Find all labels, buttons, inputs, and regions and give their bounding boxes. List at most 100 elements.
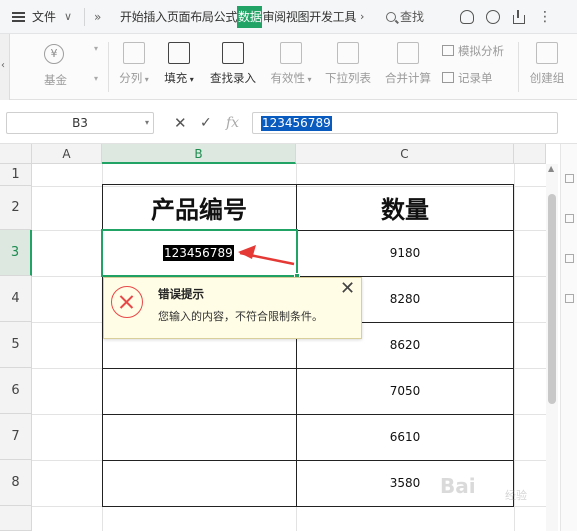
column-header-b[interactable]: B bbox=[102, 144, 296, 164]
formula-input[interactable]: 123456789 bbox=[252, 112, 558, 134]
panel-icon[interactable] bbox=[565, 294, 574, 303]
error-title: 错误提示 bbox=[158, 287, 204, 301]
search-label: 查找 bbox=[400, 10, 425, 24]
annotation-arrow bbox=[238, 245, 295, 266]
ribbon-tabs: 开始 插入 页面布局 公式 数据 审阅 视图 开发工具 bbox=[120, 0, 356, 34]
divider bbox=[108, 42, 109, 92]
name-box[interactable]: B3 ▾ bbox=[6, 112, 154, 134]
row-header-2[interactable]: 2 bbox=[0, 186, 32, 230]
error-icon bbox=[111, 286, 143, 318]
split-column-button[interactable]: 分列 ▾ bbox=[114, 34, 154, 100]
share-icon[interactable] bbox=[512, 10, 526, 24]
chevron-down-icon: ▾ bbox=[94, 44, 99, 53]
create-group-button[interactable]: 创建组 bbox=[524, 34, 570, 100]
tab-developer[interactable]: 开发工具 bbox=[309, 0, 356, 34]
tab-page-layout[interactable]: 页面布局 bbox=[167, 0, 214, 34]
row-header-9[interactable] bbox=[0, 506, 32, 531]
dropdown-list-label: 下拉列表 bbox=[325, 71, 371, 85]
tab-data[interactable]: 数据 bbox=[237, 6, 263, 28]
validity-button[interactable]: 有效性 ▾ bbox=[264, 34, 318, 100]
quantity-cell[interactable]: 3580 bbox=[296, 460, 514, 506]
row-header-1[interactable]: 1 bbox=[0, 164, 32, 186]
simulate-analysis-button[interactable]: 模拟分析 bbox=[442, 43, 504, 59]
record-label: 记录单 bbox=[458, 71, 493, 85]
row-header-6[interactable]: 6 bbox=[0, 368, 32, 414]
chevron-right-icon[interactable]: › bbox=[360, 0, 364, 34]
chevron-down-icon[interactable]: ▾ bbox=[145, 113, 149, 133]
menu-icon[interactable] bbox=[12, 0, 26, 34]
row-header-5[interactable]: 5 bbox=[0, 322, 32, 368]
confirm-icon[interactable]: ✓ bbox=[200, 112, 212, 134]
cancel-icon[interactable]: ✕ bbox=[174, 112, 187, 134]
menu-bar: 文件 ∨ » 开始 插入 页面布局 公式 数据 审阅 视图 开发工具 › 查找 … bbox=[0, 0, 577, 34]
tab-review[interactable]: 审阅 bbox=[262, 0, 286, 34]
row-header-3[interactable]: 3 bbox=[0, 230, 32, 276]
scrollbar-thumb[interactable] bbox=[548, 194, 556, 404]
row-header-7[interactable]: 7 bbox=[0, 414, 32, 460]
gridline bbox=[514, 164, 515, 531]
panel-icon[interactable] bbox=[565, 174, 574, 183]
fill-button[interactable]: 填充 ▾ bbox=[158, 34, 200, 100]
column-header-a[interactable]: A bbox=[32, 144, 102, 164]
header-product-code[interactable]: 产品编号 bbox=[102, 184, 296, 230]
active-cell-value: 123456789 bbox=[163, 245, 234, 261]
ribbon-scroll-left[interactable]: ‹ bbox=[0, 34, 10, 100]
scroll-up-icon[interactable]: ▲ bbox=[548, 164, 554, 173]
cell-reference: B3 bbox=[72, 116, 88, 130]
find-entry-icon bbox=[222, 42, 244, 64]
split-column-icon bbox=[123, 42, 145, 64]
vertical-scrollbar[interactable]: ▲ bbox=[546, 164, 558, 531]
validity-label: 有效性 bbox=[270, 71, 305, 85]
file-menu[interactable]: 文件 bbox=[32, 0, 56, 34]
tab-insert[interactable]: 插入 bbox=[143, 0, 167, 34]
fill-down-icon bbox=[168, 42, 190, 64]
close-icon[interactable]: ✕ bbox=[340, 280, 355, 298]
row-header-4[interactable]: 4 bbox=[0, 276, 32, 322]
split-label: 分列 bbox=[119, 71, 143, 85]
select-all-corner[interactable] bbox=[0, 144, 32, 164]
tab-formula[interactable]: 公式 bbox=[214, 0, 238, 34]
watermark-sub: 经验 bbox=[505, 489, 527, 502]
simulate-label: 模拟分析 bbox=[458, 44, 504, 58]
record-icon bbox=[442, 72, 454, 83]
merge-calc-button[interactable]: 合并计算 bbox=[380, 34, 436, 100]
currency-icon: ¥ bbox=[44, 44, 64, 64]
quantity-cell[interactable]: 6610 bbox=[296, 414, 514, 460]
error-tooltip: 错误提示 您输入的内容，不符合限制条件。 ✕ bbox=[103, 277, 362, 339]
find-entry-button[interactable]: 查找录入 bbox=[204, 34, 262, 100]
tab-view[interactable]: 视图 bbox=[286, 0, 310, 34]
currency-button[interactable]: ¥ ▾ 基金 ▾ bbox=[12, 40, 100, 96]
panel-icon[interactable] bbox=[565, 214, 574, 223]
column-header-next[interactable] bbox=[514, 144, 546, 164]
validity-icon bbox=[280, 42, 302, 64]
row-header-8[interactable]: 8 bbox=[0, 460, 32, 506]
currency-label: 基金 bbox=[44, 73, 67, 87]
cloud-sync-icon[interactable] bbox=[460, 10, 474, 24]
more-options-icon[interactable]: ⋮ bbox=[538, 10, 552, 24]
quantity-cell[interactable]: 9180 bbox=[296, 230, 514, 276]
search-button[interactable]: 查找 bbox=[386, 0, 424, 34]
header-quantity[interactable]: 数量 bbox=[296, 184, 514, 230]
chevron-down-icon: ▾ bbox=[94, 74, 99, 83]
chevron-left-icon: ‹ bbox=[1, 60, 5, 71]
ribbon-toolbar: ‹ ¥ ▾ 基金 ▾ 分列 ▾ 填充 ▾ 查找录入 有效性 ▾ 下拉列表 合并计… bbox=[0, 34, 577, 100]
user-icon[interactable] bbox=[486, 10, 500, 24]
merge-calc-label: 合并计算 bbox=[385, 71, 431, 85]
error-message: 您输入的内容，不符合限制条件。 bbox=[158, 310, 323, 323]
tab-start[interactable]: 开始 bbox=[120, 0, 144, 34]
dropdown-list-icon bbox=[337, 42, 359, 64]
panel-icon[interactable] bbox=[565, 254, 574, 263]
divider bbox=[84, 8, 85, 26]
more-tabs-icon[interactable]: » bbox=[94, 0, 101, 34]
search-icon bbox=[386, 12, 396, 22]
quantity-cell[interactable]: 7050 bbox=[296, 368, 514, 414]
find-entry-label: 查找录入 bbox=[210, 71, 256, 85]
record-form-button[interactable]: 记录单 bbox=[442, 70, 493, 86]
dropdown-list-button[interactable]: 下拉列表 bbox=[320, 34, 376, 100]
column-header-c[interactable]: C bbox=[296, 144, 514, 164]
table-border bbox=[102, 506, 514, 507]
chevron-down-icon[interactable]: ∨ bbox=[64, 0, 72, 34]
spreadsheet-grid: A B C 1 2 3 4 5 6 7 8 产品编号 数量 9180 8280 … bbox=[0, 144, 577, 531]
simulate-icon bbox=[442, 45, 454, 56]
function-icon[interactable]: fx bbox=[226, 112, 239, 134]
